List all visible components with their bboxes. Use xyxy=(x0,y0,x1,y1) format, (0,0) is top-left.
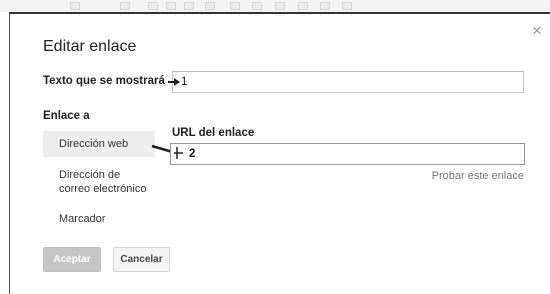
dialog-title: Editar enlace xyxy=(43,38,137,55)
toolbar-button xyxy=(120,2,130,10)
link-type-label: Marcador xyxy=(59,213,106,225)
link-type-bookmark[interactable]: Marcador xyxy=(43,212,155,226)
display-text-input[interactable] xyxy=(172,71,524,93)
url-input[interactable] xyxy=(170,143,525,165)
url-label: URL del enlace xyxy=(172,127,255,139)
cancel-button[interactable]: Cancelar xyxy=(113,247,170,272)
link-to-label: Enlace a xyxy=(43,110,90,122)
toolbar-button xyxy=(230,2,240,10)
close-icon[interactable]: × xyxy=(532,22,542,39)
toolbar-button xyxy=(342,2,352,10)
link-type-label-line2: correo electrónico xyxy=(59,183,147,195)
toolbar-button xyxy=(184,2,194,10)
test-link[interactable]: Probar este enlace xyxy=(432,170,524,182)
toolbar-button xyxy=(275,2,285,10)
display-text-value: 1 xyxy=(181,76,188,88)
toolbar-button xyxy=(205,2,215,10)
toolbar-button xyxy=(320,2,330,10)
link-type-label: Dirección web xyxy=(59,138,129,150)
toolbar-button xyxy=(148,2,158,10)
link-type-email[interactable]: Dirección de correo electrónico xyxy=(43,168,155,196)
url-value: 2 xyxy=(189,148,196,160)
text-cursor-icon xyxy=(174,147,183,159)
link-type-web-address[interactable]: Dirección web xyxy=(43,131,155,157)
accept-button[interactable]: Aceptar xyxy=(43,247,101,272)
display-text-label: Texto que se mostrará xyxy=(43,75,165,87)
toolbar-button xyxy=(298,2,308,10)
annotation-arrow-icon xyxy=(168,78,180,86)
link-type-label-line1: Dirección de xyxy=(59,169,121,181)
toolbar-button xyxy=(166,2,176,10)
toolbar-button xyxy=(252,2,262,10)
editor-toolbar-background xyxy=(0,0,550,12)
toolbar-button xyxy=(70,2,80,10)
